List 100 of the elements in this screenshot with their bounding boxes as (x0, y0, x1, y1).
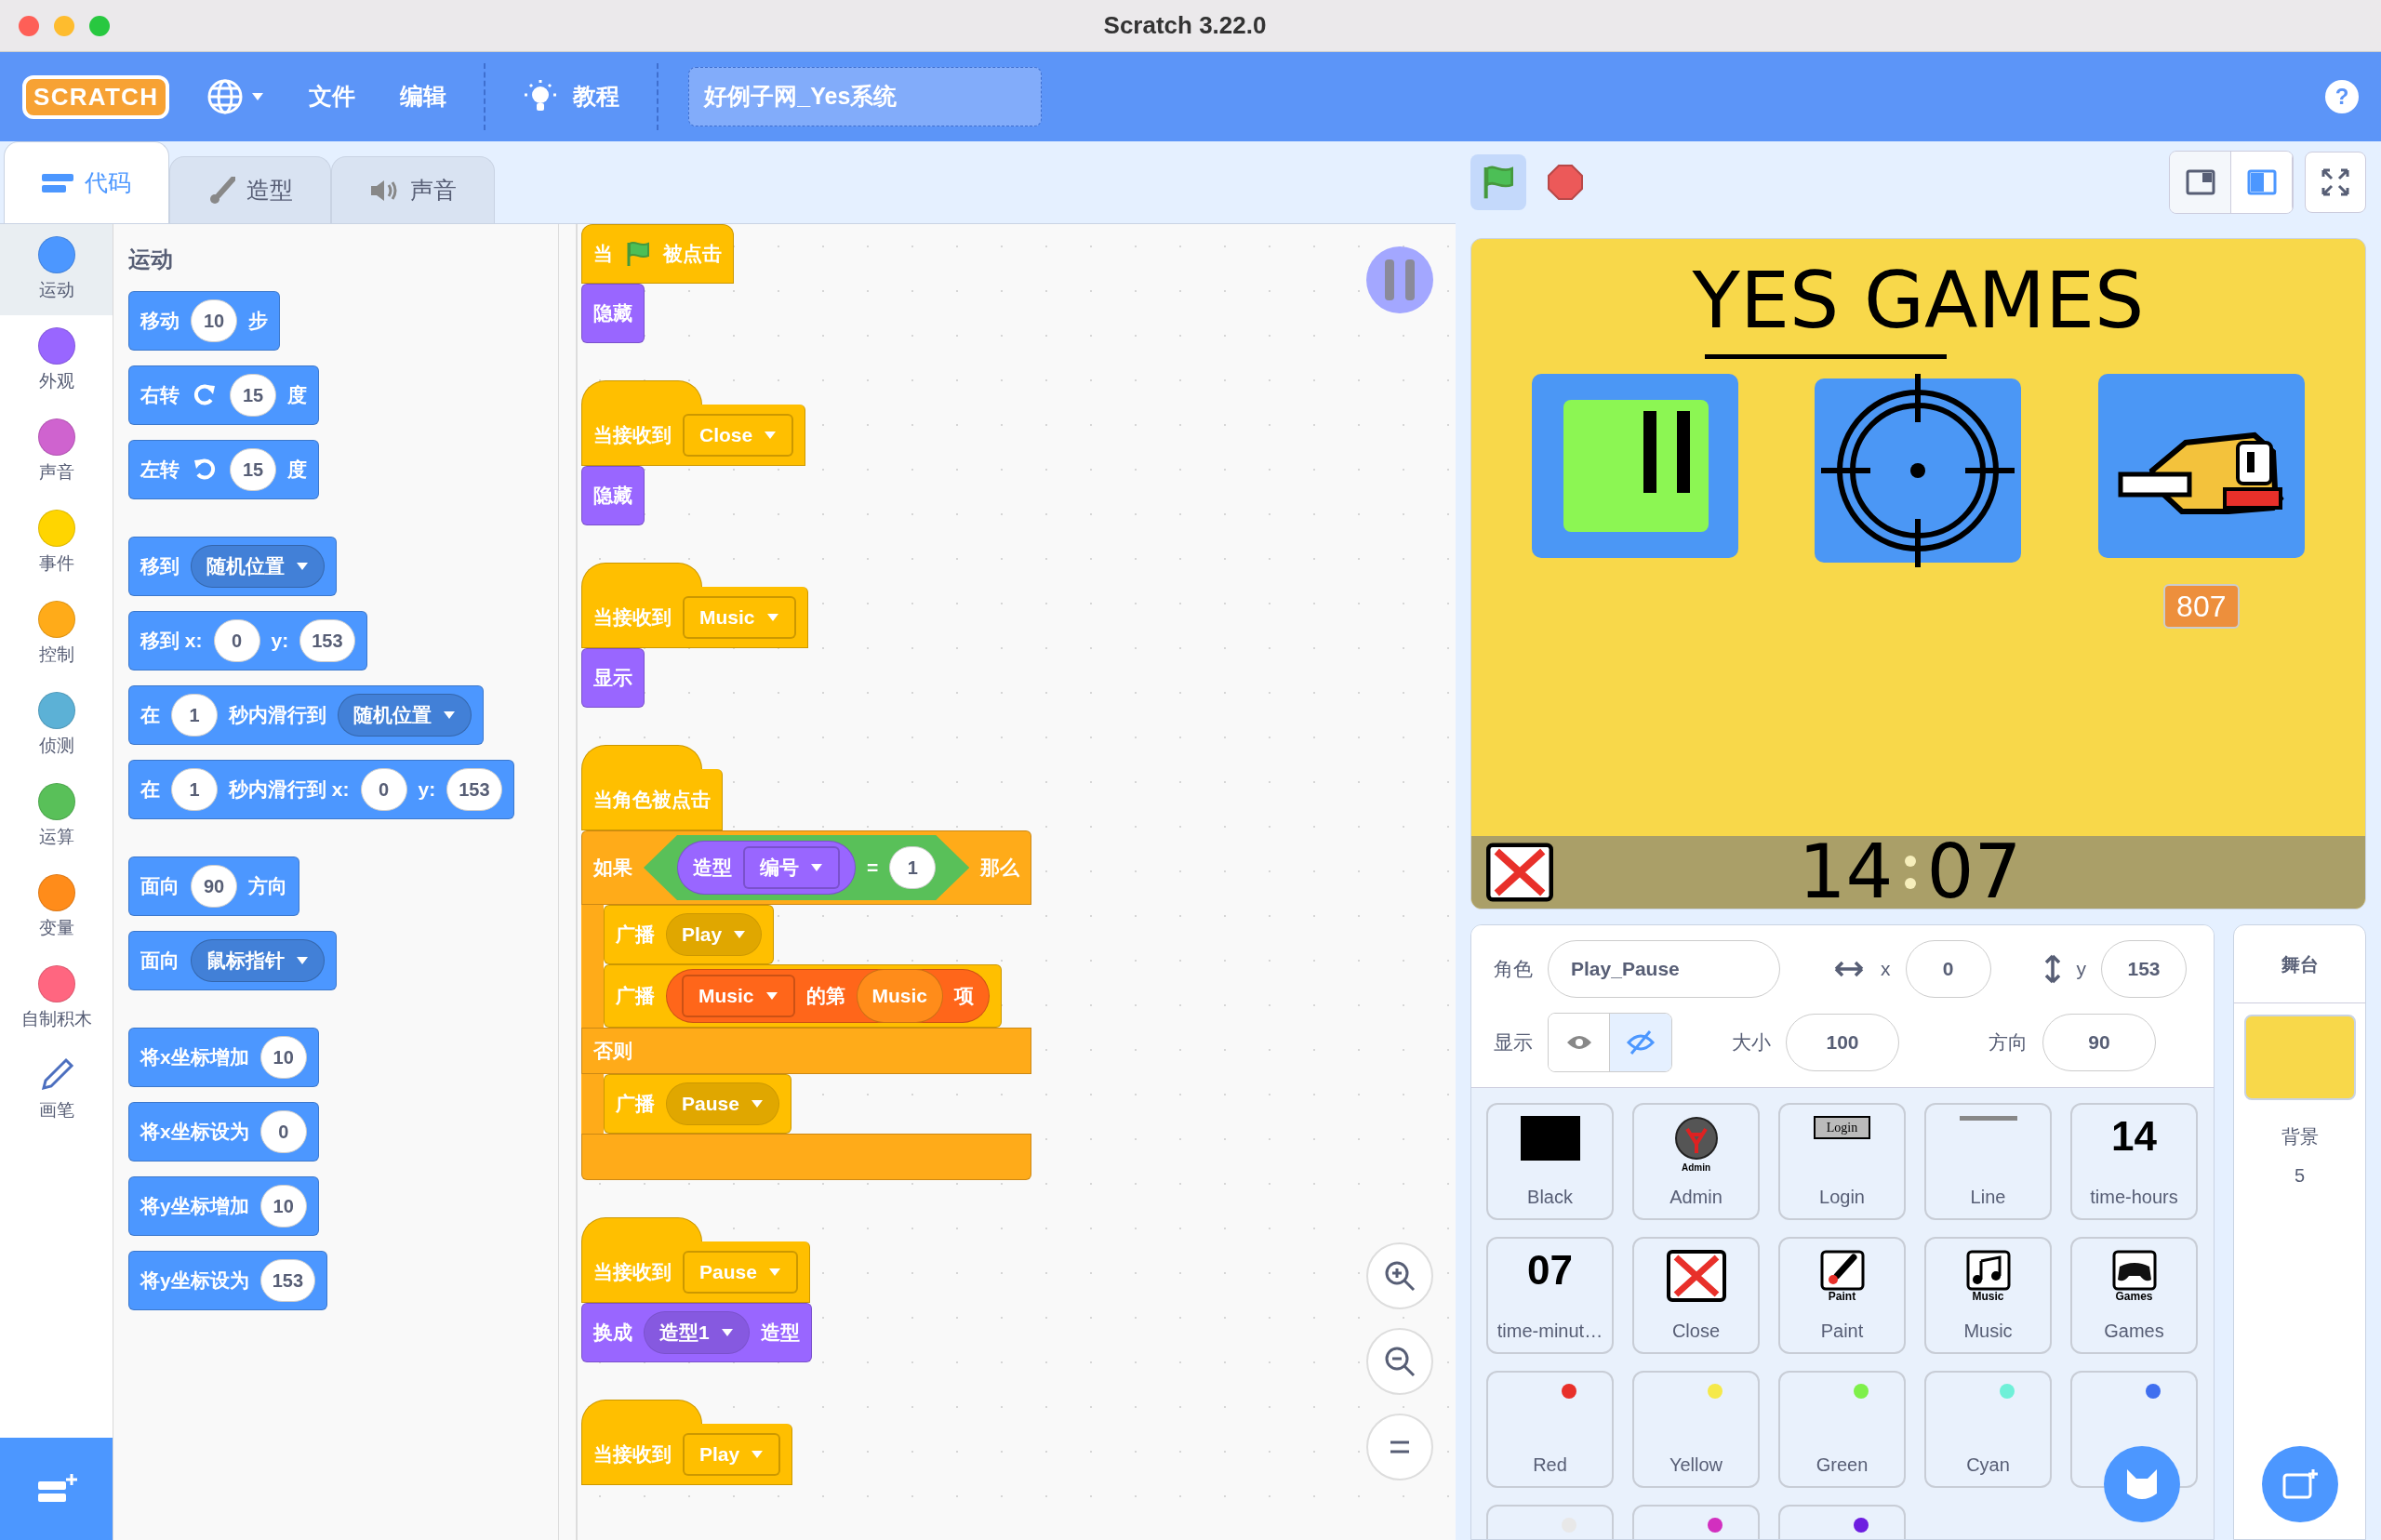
dropdown-menu[interactable]: 造型1 (644, 1311, 750, 1354)
code-block[interactable]: 隐藏 (581, 466, 645, 525)
sprite-tile[interactable]: Cyan (1924, 1371, 2052, 1488)
code-block[interactable]: 面向 鼠标指针 (128, 931, 337, 990)
fullscreen-button[interactable] (2305, 152, 2366, 213)
dropdown-menu[interactable]: 随机位置 (338, 694, 472, 737)
scrollbar[interactable] (558, 224, 577, 1540)
code-block[interactable]: 显示 (581, 648, 645, 708)
sprite-tile[interactable]: 07 time-minut… (1486, 1237, 1614, 1354)
editor-tab[interactable]: 造型 (169, 156, 331, 223)
code-block[interactable]: 移动 10 步 (128, 291, 280, 351)
field-label: y (2076, 957, 2086, 982)
number-input[interactable]: 1 (171, 694, 218, 737)
sprite-tile[interactable]: Games Games (2070, 1237, 2198, 1354)
block-label: y: (271, 629, 289, 654)
bird-tile-drawing[interactable] (2097, 374, 2305, 558)
sprite-tile[interactable]: Paint Paint (1778, 1237, 1906, 1354)
flag-button[interactable] (1470, 154, 1526, 210)
number-input[interactable]: 153 (259, 1259, 316, 1302)
sprite-tile[interactable]: 14 time-hours (2070, 1103, 2198, 1220)
number-input[interactable]: 0 (259, 1110, 307, 1153)
number-input[interactable]: 10 (191, 299, 237, 342)
editor-tab[interactable]: 声音 (331, 156, 495, 223)
add-extension-button[interactable] (0, 1438, 113, 1540)
block-label: 在 (140, 777, 160, 803)
sprite-tile[interactable]: Login Login (1778, 1103, 1906, 1220)
condition-block[interactable]: 造型 编号 = 1 (644, 835, 970, 900)
show-sprite-button[interactable] (1549, 1014, 1610, 1071)
category-item[interactable]: 运动 (0, 224, 113, 315)
sprite-tile[interactable]: Line (1924, 1103, 2052, 1220)
code-block[interactable]: 在 1 秒内滑行到 随机位置 (128, 685, 484, 745)
crosshair-tile-drawing[interactable] (1815, 374, 2022, 567)
number-thumbnail: 07 (1527, 1250, 1573, 1291)
block-label: 将y坐标增加 (140, 1194, 249, 1219)
sprite-name: Black (1527, 1186, 1573, 1209)
stage[interactable]: YES GAMES 807 14 07 (1470, 238, 2366, 909)
colon-icon (1904, 856, 1916, 889)
if-else-block[interactable]: 如果 造型 编号 = 1 那么 (581, 830, 1032, 905)
script-canvas[interactable]: 当 被点击 隐藏 当接收到 Close 隐藏 当接收到 Music 显示 当角色被点击 如果 造型 编号 = 1 那么 广播 Play 广播 Music 的第 Music 项 否则 广播 Pause 当接收到 Pause 换成 造型1 造型 当接收到 Play (577, 224, 1456, 1540)
code-block[interactable]: 换成 造型1 造型 (581, 1303, 812, 1362)
sprite-name: Admin (1669, 1186, 1723, 1209)
code-block[interactable]: 隐藏 (581, 284, 645, 343)
block-label: 在 (140, 703, 160, 728)
dropdown-menu[interactable]: 随机位置 (191, 545, 325, 588)
sprite-tile[interactable]: Black (1486, 1103, 1614, 1220)
block-label: 将y坐标设为 (140, 1268, 249, 1294)
language-menu[interactable] (206, 78, 265, 115)
code-block[interactable]: 将y坐标设为 153 (128, 1251, 328, 1310)
block-label: 的第 (805, 984, 845, 1009)
close-window-button[interactable] (19, 15, 39, 36)
stage-size-button[interactable] (2170, 152, 2231, 213)
number-input[interactable]: 15 (230, 448, 276, 491)
number-input[interactable]: 153 (446, 768, 502, 811)
caret-icon (767, 1267, 781, 1277)
code-block[interactable]: 右转 15 度 (128, 365, 319, 425)
code-block[interactable]: 移到 随机位置 (128, 537, 337, 596)
close-x-icon[interactable] (1486, 843, 1553, 902)
code-block[interactable]: 面向 90 方向 (128, 856, 299, 916)
number-input[interactable]: 153 (299, 619, 355, 662)
code-block[interactable]: 左转 15 度 (128, 440, 319, 499)
number-input[interactable]: 10 (259, 1036, 307, 1079)
sprite-tile[interactable]: Music Music (1924, 1237, 2052, 1354)
sprite-tile[interactable]: Yellow (1632, 1371, 1760, 1488)
login-thumbnail: Login (1813, 1116, 1871, 1139)
sprite-tile[interactable]: Admin Admin (1632, 1103, 1760, 1220)
number-input[interactable]: 90 (191, 865, 237, 908)
sprite-name: Paint (1820, 1320, 1864, 1343)
dropdown-menu[interactable]: 鼠标指针 (191, 939, 325, 982)
window-title: Scratch 3.22.0 (1102, 10, 1268, 41)
horizontal-arrow-icon (1832, 960, 1866, 978)
pause-tile-drawing[interactable] (1532, 374, 1739, 558)
number-input[interactable]: 1 (171, 768, 218, 811)
music-thumbnail: Music (1965, 1250, 2011, 1302)
caret-icon (296, 562, 309, 571)
dropdown-field[interactable]: 编号 (743, 846, 840, 889)
sprite-tile[interactable]: Close (1632, 1237, 1760, 1354)
code-block[interactable]: 在 1 秒内滑行到 x: 0 y: 153 (128, 760, 514, 819)
sprite-tile[interactable]: Green (1778, 1371, 1906, 1488)
reporter-block[interactable]: 造型 编号 (677, 841, 856, 895)
stage-size-button[interactable] (2231, 152, 2293, 213)
number-input[interactable]: 0 (360, 768, 407, 811)
hide-sprite-button[interactable] (1610, 1014, 1671, 1071)
backdrop-icon (2281, 1467, 2319, 1501)
code-block[interactable]: 移到 x: 0 y: 153 (128, 611, 367, 670)
block-label: 显示 (593, 666, 632, 691)
code-block[interactable]: 将y坐标增加 10 (128, 1176, 319, 1236)
block-label: 方向 (248, 874, 287, 899)
zoom-window-button[interactable] (89, 15, 110, 36)
block-label: 当接收到 (593, 604, 672, 630)
number-input[interactable]: 10 (259, 1185, 307, 1228)
backdrop-thumbnail[interactable] (2243, 1015, 2356, 1100)
number-input[interactable]: 15 (230, 374, 276, 417)
sprite-tile[interactable]: Red (1486, 1371, 1614, 1488)
vertical-arrow-icon (2042, 952, 2062, 986)
field-label: 方向 (1989, 1030, 2028, 1055)
code-block[interactable]: 将x坐标设为 0 (128, 1102, 319, 1162)
zoom-out-icon (1383, 1345, 1417, 1378)
number-input[interactable]: 1 (889, 846, 937, 889)
code-block[interactable]: 将x坐标增加 10 (128, 1028, 319, 1087)
number-input[interactable]: 0 (213, 619, 260, 662)
